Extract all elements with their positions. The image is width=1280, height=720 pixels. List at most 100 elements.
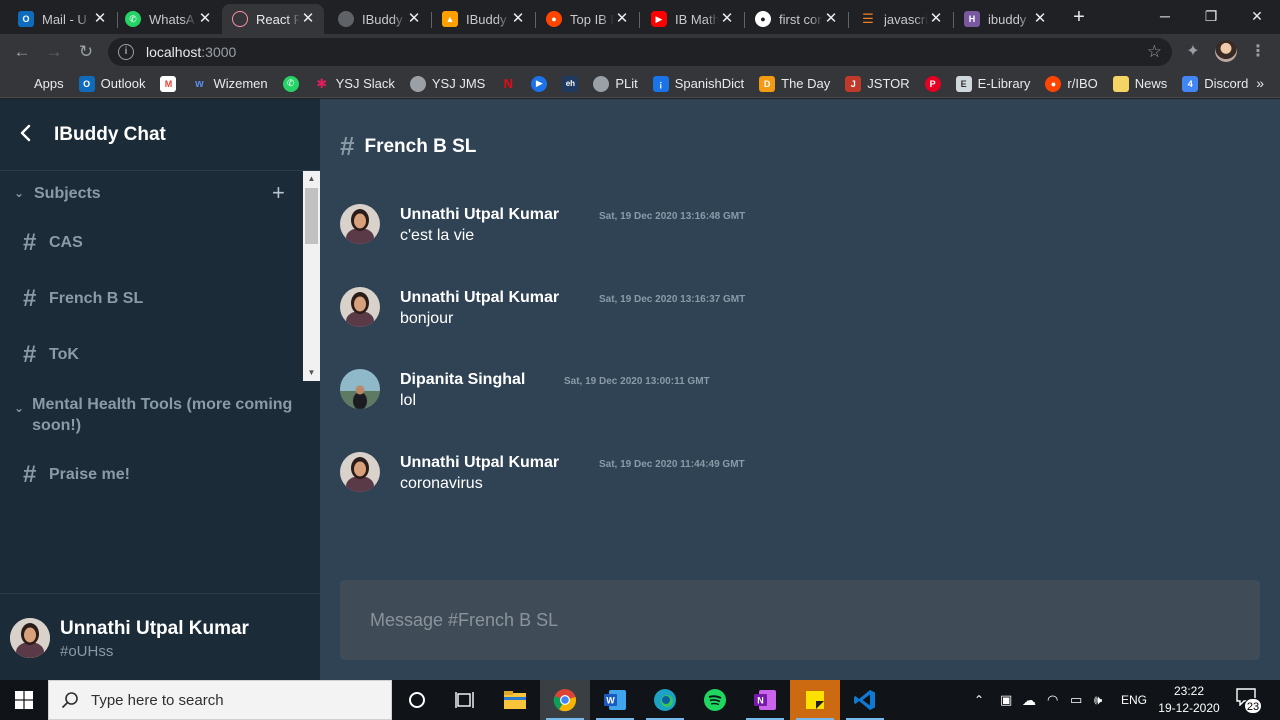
browser-tab[interactable]: ● Top IB F ✕: [536, 4, 638, 34]
battery-icon[interactable]: ▭: [1070, 680, 1082, 720]
task-view-icon[interactable]: [440, 680, 490, 720]
browser-tab[interactable]: ● first cor ✕: [745, 4, 847, 34]
close-tab-icon[interactable]: ✕: [92, 11, 108, 27]
bookmark-play[interactable]: ▶: [531, 75, 548, 92]
message-author[interactable]: Unnathi Utpal Kumar: [400, 206, 559, 224]
notification-center-icon[interactable]: 23: [1236, 688, 1262, 714]
browser-tab[interactable]: ▲ IBuddy ✕: [432, 4, 534, 34]
extensions-puzzle-icon[interactable]: ✦: [1181, 40, 1205, 64]
system-clock[interactable]: 23:22 19-12-2020: [1152, 683, 1226, 717]
close-tab-icon[interactable]: ✕: [928, 11, 944, 27]
chrome-icon[interactable]: [540, 680, 590, 720]
address-bar[interactable]: i localhost:3000 ☆: [108, 38, 1172, 66]
react-icon: [232, 11, 248, 27]
browser-tab-active[interactable]: React R ✕: [222, 4, 324, 34]
scroll-down-arrow-icon[interactable]: ▼: [303, 365, 320, 381]
channel-list-scrollbar[interactable]: ▲ ▼: [303, 171, 320, 381]
back-arrow-icon[interactable]: ←: [10, 40, 34, 64]
close-tab-icon[interactable]: ✕: [614, 11, 630, 27]
close-tab-icon[interactable]: ✕: [823, 11, 839, 27]
message-avatar[interactable]: [340, 204, 380, 244]
bookmark-ysj-jms[interactable]: YSJ JMS: [409, 75, 485, 92]
bookmark-whatsapp[interactable]: ✆: [282, 75, 299, 92]
reddit-icon: ●: [546, 11, 562, 27]
chevron-down-icon[interactable]: ⌄: [14, 394, 26, 419]
close-window-button[interactable]: ✕: [1234, 0, 1280, 32]
edge-icon[interactable]: [640, 680, 690, 720]
onedrive-icon[interactable]: ☁: [1022, 680, 1036, 720]
site-info-icon[interactable]: i: [118, 44, 134, 60]
bookmark-e-library[interactable]: E E-Library: [955, 75, 1030, 92]
add-channel-button[interactable]: +: [272, 181, 285, 205]
close-tab-icon[interactable]: ✕: [406, 11, 422, 27]
bookmark-plit[interactable]: PLit: [593, 75, 638, 92]
bookmark-eh[interactable]: eh: [562, 75, 579, 92]
onenote-icon[interactable]: N: [740, 680, 790, 720]
bookmark-discord[interactable]: 4 Discord: [1182, 75, 1248, 92]
show-hidden-icons[interactable]: ⌃: [974, 680, 984, 720]
browser-tab[interactable]: ✆ WhatsA ✕: [115, 4, 221, 34]
language-indicator[interactable]: ENG: [1121, 680, 1147, 720]
taskbar-search[interactable]: Type here to search: [48, 680, 392, 720]
browser-tab[interactable]: ▶ IB Math ✕: [641, 4, 743, 34]
more-bookmarks-icon[interactable]: »: [1256, 75, 1264, 91]
category-mental-health[interactable]: ⌄ Mental Health Tools (more coming soon!…: [14, 394, 304, 436]
close-tab-icon[interactable]: ✕: [1032, 11, 1048, 27]
scrollbar-thumb[interactable]: [305, 188, 318, 244]
back-arrow-icon[interactable]: [16, 123, 36, 143]
restore-button[interactable]: ❐: [1188, 0, 1234, 32]
message-avatar[interactable]: [340, 369, 380, 409]
message-author[interactable]: Unnathi Utpal Kumar: [400, 289, 559, 307]
user-avatar[interactable]: [10, 618, 50, 658]
reload-icon[interactable]: ↻: [74, 40, 98, 64]
bookmark-gmail[interactable]: M: [160, 75, 177, 92]
browser-tab[interactable]: IBuddy ✕: [328, 4, 430, 34]
bookmark-ysj-slack[interactable]: ✱ YSJ Slack: [314, 76, 395, 92]
menu-kebab-icon[interactable]: ⋮: [1246, 40, 1270, 64]
bookmark-spanishdict[interactable]: ¡ SpanishDict: [652, 75, 744, 92]
channel-item-praise-me[interactable]: # Praise me!: [23, 461, 130, 489]
bookmark-folder-news[interactable]: News: [1112, 75, 1167, 92]
meet-now-icon[interactable]: ▣: [1000, 680, 1012, 720]
message-author[interactable]: Unnathi Utpal Kumar: [400, 454, 559, 472]
message-input[interactable]: [340, 580, 1260, 660]
bookmark-star-icon[interactable]: ☆: [1147, 42, 1162, 62]
profile-avatar[interactable]: [1215, 40, 1237, 62]
scroll-up-arrow-icon[interactable]: ▲: [303, 171, 320, 187]
bookmark-r-ibo[interactable]: ● r/IBO: [1045, 75, 1098, 92]
chevron-down-icon[interactable]: ⌄: [14, 183, 28, 204]
browser-tab[interactable]: ☰ javascri ✕: [850, 4, 952, 34]
bookmark-wizemen[interactable]: w Wizemen: [191, 76, 267, 92]
sticky-notes-icon[interactable]: [790, 680, 840, 720]
bookmark-apps[interactable]: Apps: [14, 76, 64, 91]
bookmark-jstor[interactable]: J JSTOR: [845, 75, 910, 92]
browser-tab[interactable]: O Mail - U ✕: [8, 4, 116, 34]
channel-item-cas[interactable]: # CAS: [23, 229, 83, 257]
volume-icon[interactable]: 🕪: [1094, 680, 1102, 720]
close-tab-icon[interactable]: ✕: [510, 11, 526, 27]
category-subjects[interactable]: ⌄ Subjects: [14, 183, 101, 204]
close-tab-icon[interactable]: ✕: [719, 11, 735, 27]
channel-item-french-b-sl[interactable]: # French B SL: [23, 285, 143, 313]
close-tab-icon[interactable]: ✕: [300, 11, 316, 27]
wifi-icon[interactable]: ◠: [1047, 680, 1058, 720]
vscode-icon[interactable]: [840, 680, 890, 720]
cortana-icon[interactable]: [392, 680, 442, 720]
browser-tab[interactable]: H ibuddy ✕: [954, 4, 1056, 34]
word-icon[interactable]: W: [590, 680, 640, 720]
minimize-button[interactable]: ─: [1142, 0, 1188, 32]
spotify-icon[interactable]: [690, 680, 740, 720]
start-button[interactable]: [0, 680, 48, 720]
bookmark-pinterest[interactable]: P: [924, 75, 941, 92]
message-avatar[interactable]: [340, 452, 380, 492]
close-tab-icon[interactable]: ✕: [197, 11, 213, 27]
channel-item-tok[interactable]: # ToK: [23, 341, 79, 369]
forward-arrow-icon[interactable]: →: [42, 40, 66, 64]
file-explorer-icon[interactable]: [490, 680, 540, 720]
bookmark-netflix[interactable]: N: [500, 76, 516, 92]
new-tab-button[interactable]: +: [1067, 6, 1091, 30]
message-author[interactable]: Dipanita Singhal: [400, 371, 525, 389]
message-avatar[interactable]: [340, 287, 380, 327]
bookmark-the-day[interactable]: D The Day: [759, 75, 830, 92]
bookmark-outlook[interactable]: O Outlook: [78, 75, 145, 92]
